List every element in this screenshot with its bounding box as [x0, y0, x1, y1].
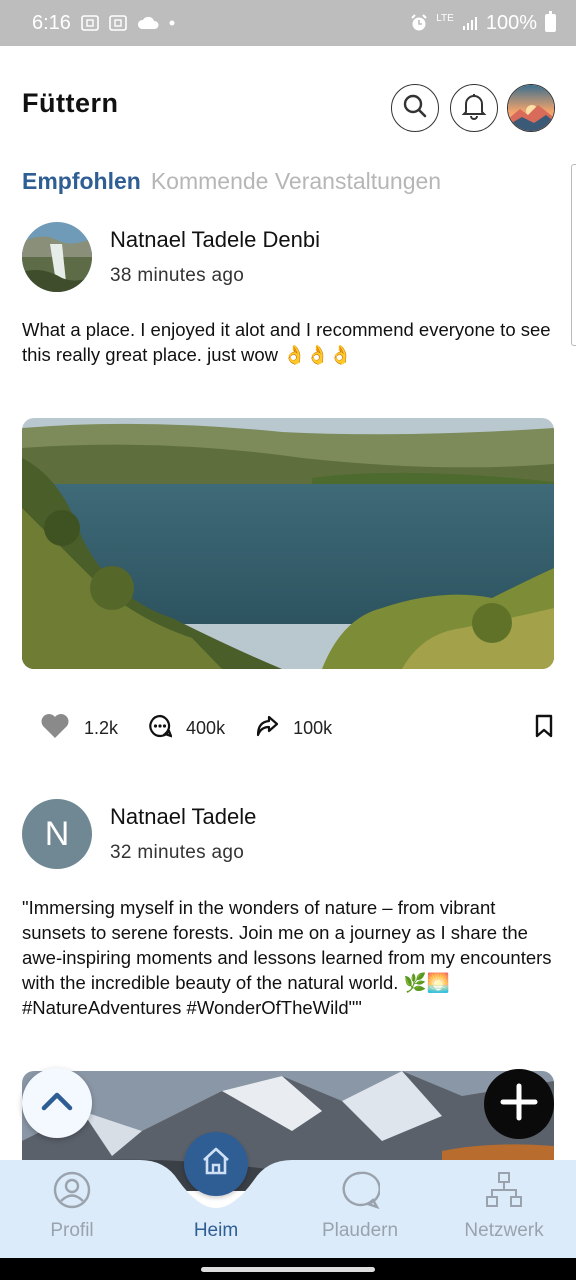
- status-bar: 6:16 LTE 100%: [0, 0, 576, 46]
- post-author-avatar[interactable]: N: [22, 799, 92, 869]
- chat-bubble-icon: [148, 714, 173, 743]
- chevron-up-icon: [40, 1090, 74, 1117]
- nav-item-profil[interactable]: Profil: [22, 1160, 122, 1258]
- bookmark-button[interactable]: [534, 714, 554, 743]
- notifications-button[interactable]: [450, 84, 498, 132]
- like-button[interactable]: 1.2k: [40, 712, 118, 745]
- scroll-to-top-button[interactable]: [22, 1068, 92, 1138]
- chat-icon: [340, 1170, 381, 1216]
- post-text: What a place. I enjoyed it alot and I re…: [22, 319, 551, 365]
- nav-item-netzwerk[interactable]: Netzwerk: [454, 1160, 554, 1258]
- share-count: 100k: [293, 717, 333, 738]
- signal-icon: [462, 15, 478, 31]
- add-post-button[interactable]: [484, 1069, 554, 1139]
- home-icon: [200, 1146, 232, 1182]
- dot-icon: [169, 20, 175, 26]
- header: Füttern: [0, 46, 576, 170]
- home-bubble: [184, 1132, 248, 1196]
- post-image[interactable]: [22, 418, 554, 669]
- heart-icon: [40, 712, 70, 745]
- page-title: Füttern: [22, 88, 119, 118]
- share-button[interactable]: 100k: [255, 715, 332, 742]
- screenshot-icon: [81, 15, 99, 31]
- plus-icon: [499, 1082, 539, 1127]
- nav-item-plaudern[interactable]: Plaudern: [310, 1160, 410, 1258]
- tab-kommende-veranstaltungen[interactable]: Kommende Veranstaltungen: [151, 168, 441, 195]
- home-gesture-handle[interactable]: [201, 1267, 375, 1272]
- nav-item-heim[interactable]: Heim: [166, 1132, 266, 1258]
- nav-label: Plaudern: [321, 1220, 399, 1241]
- post-author-name[interactable]: Natnael Tadele Denbi: [110, 227, 320, 253]
- post-text: "Immersing myself in the wonders of natu…: [22, 897, 552, 1018]
- bell-icon: [461, 92, 487, 125]
- scroll-indicator: [571, 164, 576, 346]
- post-timestamp: 38 minutes ago: [110, 265, 245, 286]
- screenshot-icon: [109, 15, 127, 31]
- post-actions: 1.2k 400k 100k: [40, 710, 554, 746]
- post-author-avatar[interactable]: [22, 222, 92, 292]
- search-button[interactable]: [391, 84, 439, 132]
- avatar-initial: N: [44, 814, 70, 853]
- status-time: 6:16: [32, 11, 71, 34]
- battery-percent: 100%: [485, 11, 537, 34]
- alarm-icon: [410, 14, 428, 32]
- network-type: LTE: [436, 13, 454, 24]
- bookmark-icon: [534, 714, 554, 742]
- feed-tabs: Empfohlen Kommende Veranstaltungen: [22, 168, 441, 195]
- cloud-icon: [137, 16, 159, 30]
- like-count: 1.2k: [84, 717, 119, 738]
- gesture-bar: [0, 1258, 576, 1280]
- bottom-navigation: Profil Heim Plaudern Netzwerk: [0, 1132, 576, 1258]
- post-author-name[interactable]: Natnael Tadele: [110, 804, 256, 830]
- network-icon: [484, 1170, 524, 1216]
- profile-icon: [52, 1170, 92, 1216]
- comment-count: 400k: [186, 717, 226, 738]
- share-arrow-icon: [255, 715, 279, 742]
- search-icon: [402, 93, 428, 124]
- tab-empfohlen[interactable]: Empfohlen: [22, 168, 141, 195]
- battery-icon: [545, 11, 556, 32]
- nav-label: Netzwerk: [464, 1220, 544, 1241]
- post-timestamp: 32 minutes ago: [110, 842, 245, 863]
- profile-avatar[interactable]: [507, 84, 555, 132]
- comment-button[interactable]: 400k: [148, 714, 225, 743]
- nav-label: Profil: [50, 1220, 94, 1241]
- nav-label: Heim: [193, 1220, 239, 1241]
